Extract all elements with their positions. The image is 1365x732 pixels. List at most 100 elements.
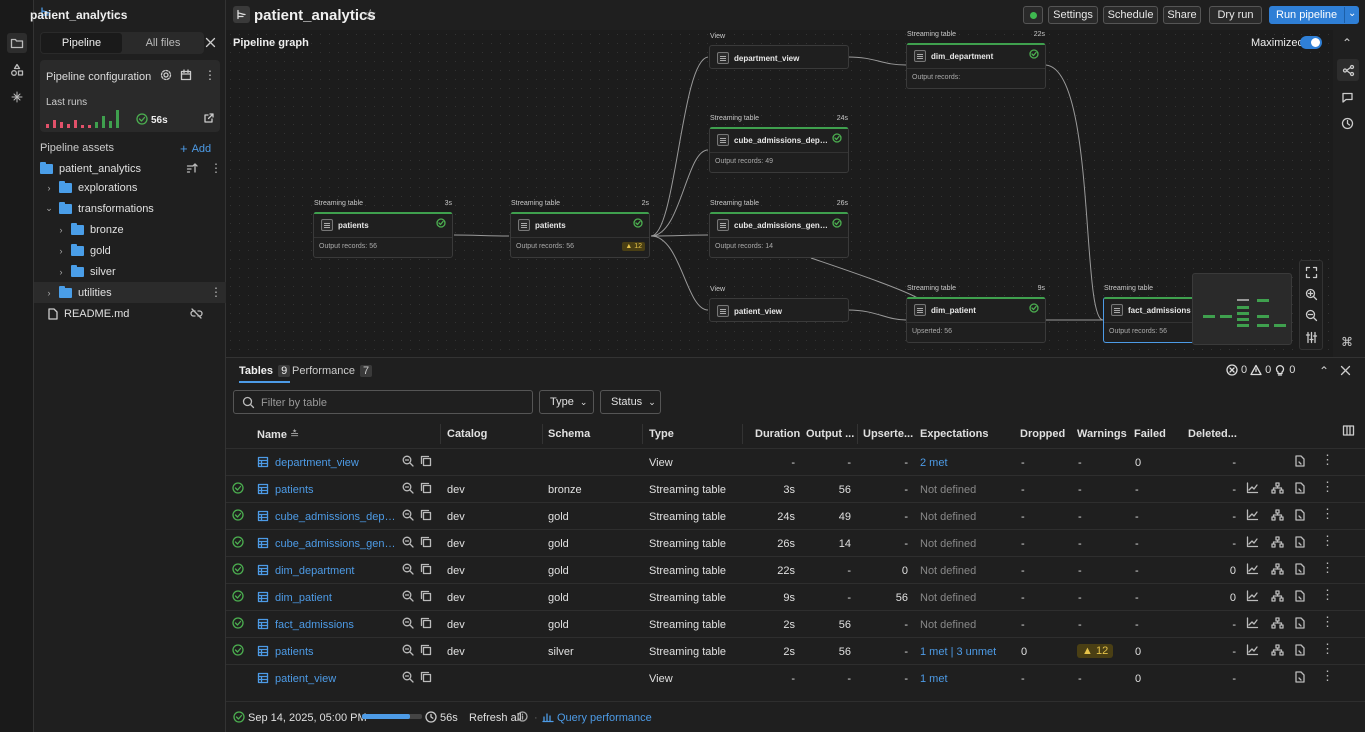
table-name-link[interactable]: fact_admissions — [275, 619, 399, 631]
lineage-icon[interactable] — [1271, 536, 1284, 548]
graph-node-patients-silver[interactable]: Streaming table 2s patients Output recor… — [510, 200, 650, 258]
file-search-icon[interactable] — [1294, 536, 1306, 548]
star-icon[interactable]: ☆ — [364, 6, 377, 23]
more-vertical-icon[interactable]: ⋮ — [210, 161, 222, 175]
more-vertical-icon[interactable]: ⋮ — [1321, 560, 1334, 576]
last-runs-bars[interactable] — [46, 108, 126, 128]
copy-icon[interactable] — [420, 482, 432, 494]
copy-icon[interactable] — [420, 644, 432, 656]
info-icon[interactable] — [517, 711, 528, 722]
more-vertical-icon[interactable]: ⋮ — [204, 68, 216, 82]
table-name-link[interactable]: patients — [275, 484, 399, 496]
folder-icon[interactable] — [7, 33, 27, 53]
history-icon[interactable] — [1341, 117, 1354, 130]
graph-node-department-view[interactable]: View department_view — [709, 33, 849, 69]
column-header-dropped[interactable]: Dropped — [1020, 428, 1065, 440]
tab-all-files[interactable]: All files — [123, 33, 203, 53]
chevron-down-icon[interactable]: ⌄ — [1348, 8, 1356, 19]
sliders-icon[interactable] — [1305, 331, 1318, 344]
chevron-up-icon[interactable]: ⌃ — [1342, 36, 1352, 50]
column-header-deleted[interactable]: Deleted... — [1188, 428, 1237, 440]
tab-pipeline[interactable]: Pipeline — [41, 33, 122, 53]
column-header-expectations[interactable]: Expectations — [920, 428, 988, 440]
lineage-icon[interactable] — [1271, 617, 1284, 629]
file-search-icon[interactable] — [1294, 482, 1306, 494]
minimap[interactable] — [1192, 273, 1292, 345]
tree-item-gold[interactable]: › gold — [34, 240, 226, 261]
copy-icon[interactable] — [420, 563, 432, 575]
table-row[interactable]: dim_department dev gold Streaming table 22s -… — [226, 556, 1365, 583]
file-search-icon[interactable] — [1294, 563, 1306, 575]
table-row[interactable]: department_view View - - -2 met - -0- ⋮ — [226, 448, 1365, 475]
schedule-button[interactable]: Schedule — [1103, 6, 1158, 24]
copy-icon[interactable] — [420, 536, 432, 548]
column-header-catalog[interactable]: Catalog — [447, 428, 487, 440]
table-name-link[interactable]: patients — [275, 646, 399, 658]
tab-performance[interactable]: Performance 7 — [292, 365, 373, 377]
filter-input[interactable]: Filter by table — [233, 390, 533, 414]
more-vertical-icon[interactable]: ⋮ — [1321, 479, 1334, 495]
file-search-icon[interactable] — [1294, 644, 1306, 656]
status-counts[interactable]: 0 0 0 — [1226, 364, 1295, 376]
zoom-out-icon[interactable] — [1305, 309, 1318, 322]
table-name-link[interactable]: department_view — [275, 457, 399, 469]
graph-node-fact-admissions[interactable]: Streaming table fact_admissions Output r… — [1103, 285, 1193, 343]
graph-node-patient-view[interactable]: View patient_view — [709, 286, 849, 322]
file-search-icon[interactable] — [1294, 617, 1306, 629]
add-button[interactable]: + Add — [180, 141, 211, 156]
lineage-search-icon[interactable] — [402, 536, 414, 548]
share-button[interactable]: Share — [1163, 6, 1201, 24]
line-chart-icon[interactable] — [1246, 536, 1259, 548]
column-header-upserted[interactable]: Upserte... — [863, 428, 913, 440]
tab-tables[interactable]: Tables 9 — [239, 365, 291, 383]
pipeline-graph[interactable]: Pipeline graph Maximized Streaming table… — [226, 30, 1359, 357]
graph-node-dim-department[interactable]: Streaming table 22s dim_department Outpu… — [906, 31, 1046, 89]
line-chart-icon[interactable] — [1246, 509, 1259, 521]
more-vertical-icon[interactable]: ⋮ — [1321, 614, 1334, 630]
table-row[interactable]: cube_admissions_departm... dev gold Streami… — [226, 502, 1365, 529]
table-name-link[interactable]: cube_admissions_gender_d... — [275, 538, 399, 550]
table-row[interactable]: dim_patient dev gold Streaming table 9s - 56 No… — [226, 583, 1365, 610]
column-header-warnings[interactable]: Warnings — [1077, 428, 1127, 440]
more-vertical-icon[interactable]: ⋮ — [1321, 533, 1334, 549]
tree-item-readme[interactable]: README.md — [34, 303, 226, 324]
zoom-in-icon[interactable] — [1305, 288, 1318, 301]
file-search-icon[interactable] — [1294, 671, 1306, 683]
chevron-up-icon[interactable]: ⌃ — [1319, 364, 1329, 378]
shapes-icon[interactable] — [7, 60, 27, 80]
table-name-link[interactable]: dim_department — [275, 565, 399, 577]
close-icon[interactable] — [205, 37, 216, 48]
external-link-icon[interactable] — [203, 112, 215, 124]
warnings-badge[interactable]: ▲ 12 — [1077, 644, 1114, 658]
file-search-icon[interactable] — [1294, 509, 1306, 521]
lineage-icon[interactable] — [1271, 590, 1284, 602]
chevron-down-icon[interactable]: ⌄ — [113, 7, 121, 18]
lineage-icon[interactable] — [1271, 482, 1284, 494]
copy-icon[interactable] — [420, 455, 432, 467]
column-header-failed[interactable]: Failed — [1134, 428, 1166, 440]
lineage-search-icon[interactable] — [402, 671, 414, 683]
graph-node-cube-admissions-department[interactable]: Streaming table 24s cube_admissions_depa… — [709, 115, 849, 173]
lineage-icon[interactable] — [1271, 644, 1284, 656]
column-header-output[interactable]: Output ... — [806, 428, 854, 440]
expectations-cell[interactable]: 2 met — [920, 457, 948, 469]
file-search-icon[interactable] — [1294, 590, 1306, 602]
columns-icon[interactable] — [1342, 424, 1355, 437]
graph-node-cube-admissions-gender[interactable]: Streaming table 26s cube_admissions_gend… — [709, 200, 849, 258]
tree-item-utilities[interactable]: › utilities ⋮ — [34, 282, 226, 303]
table-row[interactable]: fact_admissions dev gold Streaming table 2s 5… — [226, 610, 1365, 637]
column-header-type[interactable]: Type — [649, 428, 674, 440]
more-vertical-icon[interactable]: ⋮ — [210, 285, 222, 299]
table-name-link[interactable]: dim_patient — [275, 592, 399, 604]
file-search-icon[interactable] — [1294, 455, 1306, 467]
sort-icon[interactable] — [186, 162, 198, 174]
more-vertical-icon[interactable]: ⋮ — [1321, 452, 1334, 468]
fit-view-icon[interactable] — [1305, 266, 1318, 279]
line-chart-icon[interactable] — [1246, 563, 1259, 575]
lineage-search-icon[interactable] — [402, 509, 414, 521]
line-chart-icon[interactable] — [1246, 590, 1259, 602]
query-performance-link[interactable]: Query performance — [557, 712, 652, 724]
copy-icon[interactable] — [420, 509, 432, 521]
graph-node-dim-patient[interactable]: Streaming table 9s dim_patient Upserted:… — [906, 285, 1046, 343]
column-header-name[interactable]: Name ≛ — [257, 428, 299, 441]
